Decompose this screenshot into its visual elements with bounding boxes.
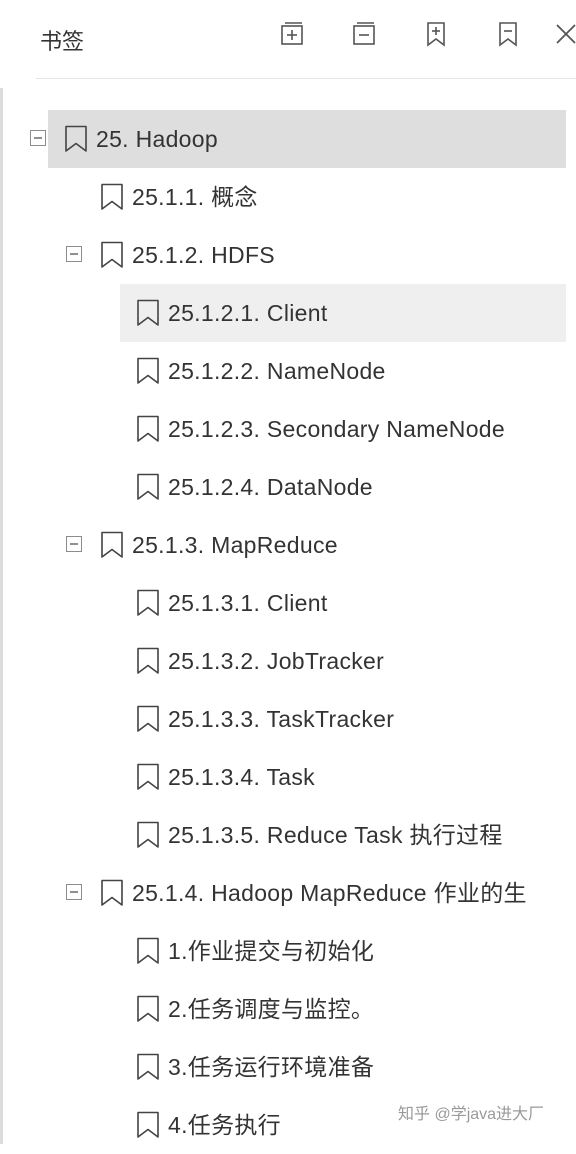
bookmark-item[interactable]: 25.1.3.4. Task bbox=[0, 748, 576, 806]
bookmark-icon bbox=[137, 763, 159, 790]
bookmark-icon bbox=[101, 531, 123, 558]
bookmark-item[interactable]: 25.1.3. MapReduce bbox=[0, 516, 576, 574]
collapse-all-icon bbox=[353, 22, 375, 45]
collapse-all-button[interactable] bbox=[348, 18, 380, 50]
bookmark-item[interactable]: 25.1.3.2. JobTracker bbox=[0, 632, 576, 690]
bookmark-label: 25.1.3. MapReduce bbox=[132, 532, 338, 558]
bookmark-item[interactable]: 25.1.2.4. DataNode bbox=[0, 458, 576, 516]
add-bookmark-icon bbox=[427, 22, 445, 47]
bookmark-label: 25.1.3.4. Task bbox=[168, 764, 315, 790]
bookmark-label: 25.1.3.3. TaskTracker bbox=[168, 706, 395, 732]
bookmark-label: 25.1.3.5. Reduce Task 执行过程 bbox=[168, 822, 503, 848]
bookmark-icon bbox=[101, 879, 123, 906]
bookmark-icon bbox=[137, 995, 159, 1022]
bookmark-item[interactable]: 2.任务调度与监控。 bbox=[0, 980, 576, 1038]
bookmark-item[interactable]: 25.1.2.3. Secondary NameNode bbox=[0, 400, 576, 458]
bookmark-item[interactable]: 1.作业提交与初始化 bbox=[0, 922, 576, 980]
collapse-toggle-icon[interactable] bbox=[30, 130, 46, 146]
bookmark-icon bbox=[137, 299, 159, 326]
collapse-toggle-icon[interactable] bbox=[66, 536, 82, 552]
bookmark-label: 25.1.2. HDFS bbox=[132, 242, 275, 268]
add-bookmark-button[interactable] bbox=[420, 18, 452, 50]
bookmark-item[interactable]: 25. Hadoop bbox=[0, 110, 576, 168]
bookmark-icon bbox=[137, 473, 159, 500]
close-icon bbox=[556, 24, 576, 44]
bookmark-icon bbox=[137, 647, 159, 674]
bookmark-icon bbox=[137, 415, 159, 442]
collapse-toggle-icon[interactable] bbox=[66, 246, 82, 262]
close-button[interactable] bbox=[550, 18, 576, 50]
bookmark-label: 25.1.2.2. NameNode bbox=[168, 358, 386, 384]
remove-bookmark-button[interactable] bbox=[492, 18, 524, 50]
bookmark-panel-header: 书签 bbox=[0, 0, 576, 78]
bookmark-icon bbox=[137, 937, 159, 964]
bookmark-label: 4.任务执行 bbox=[168, 1112, 281, 1138]
bookmark-icon bbox=[137, 705, 159, 732]
remove-bookmark-icon bbox=[499, 22, 517, 47]
bookmark-label: 1.作业提交与初始化 bbox=[168, 938, 375, 964]
bookmark-label: 25.1.2.3. Secondary NameNode bbox=[168, 416, 505, 442]
bookmark-item[interactable]: 25.1.3.3. TaskTracker bbox=[0, 690, 576, 748]
bookmark-icon bbox=[137, 1053, 159, 1080]
bookmark-label: 25. Hadoop bbox=[96, 126, 218, 152]
bookmark-tree: 25. Hadoop 25.1.1. 概念 25.1.2. HDFS 25.1.2.1… bbox=[0, 110, 576, 1154]
bookmark-label: 25.1.3.1. Client bbox=[168, 590, 328, 616]
watermark: 知乎 @学java进大厂 bbox=[398, 1106, 545, 1123]
bookmark-item[interactable]: 25.1.3.1. Client bbox=[0, 574, 576, 632]
bookmark-icon bbox=[137, 821, 159, 848]
bookmark-label: 25.1.2.1. Client bbox=[168, 300, 328, 326]
bookmark-label: 25.1.4. Hadoop MapReduce 作业的生 bbox=[132, 880, 527, 906]
bookmark-icon bbox=[65, 125, 87, 152]
bookmark-icon bbox=[137, 589, 159, 616]
bookmark-icon bbox=[137, 357, 159, 384]
bookmark-label: 2.任务调度与监控。 bbox=[168, 996, 375, 1022]
header-divider bbox=[36, 78, 576, 79]
panel-title: 书签 bbox=[40, 29, 85, 54]
bookmark-label: 25.1.3.2. JobTracker bbox=[168, 648, 385, 674]
bookmark-item-highlight bbox=[0, 168, 566, 226]
bookmark-icon bbox=[101, 183, 123, 210]
bookmark-label: 3.任务运行环境准备 bbox=[168, 1054, 375, 1080]
bookmark-label: 25.1.1. 概念 bbox=[132, 184, 258, 210]
bookmark-item[interactable]: 25.1.4. Hadoop MapReduce 作业的生 bbox=[0, 864, 576, 922]
bookmark-item-highlight bbox=[0, 226, 566, 284]
bookmark-item[interactable]: 3.任务运行环境准备 bbox=[0, 1038, 576, 1096]
expand-all-button[interactable] bbox=[276, 18, 308, 50]
bookmark-label: 25.1.2.4. DataNode bbox=[168, 474, 373, 500]
expand-all-icon bbox=[281, 22, 303, 45]
bookmark-item[interactable]: 25.1.2.2. NameNode bbox=[0, 342, 576, 400]
bookmark-item[interactable]: 25.1.2. HDFS bbox=[0, 226, 576, 284]
bookmark-item[interactable]: 25.1.1. 概念 bbox=[0, 168, 576, 226]
bookmark-icon bbox=[137, 1111, 159, 1138]
bookmark-item[interactable]: 25.1.3.5. Reduce Task 执行过程 bbox=[0, 806, 576, 864]
bookmark-item[interactable]: 25.1.2.1. Client bbox=[0, 284, 576, 342]
bookmark-icon bbox=[101, 241, 123, 268]
collapse-toggle-icon[interactable] bbox=[66, 884, 82, 900]
